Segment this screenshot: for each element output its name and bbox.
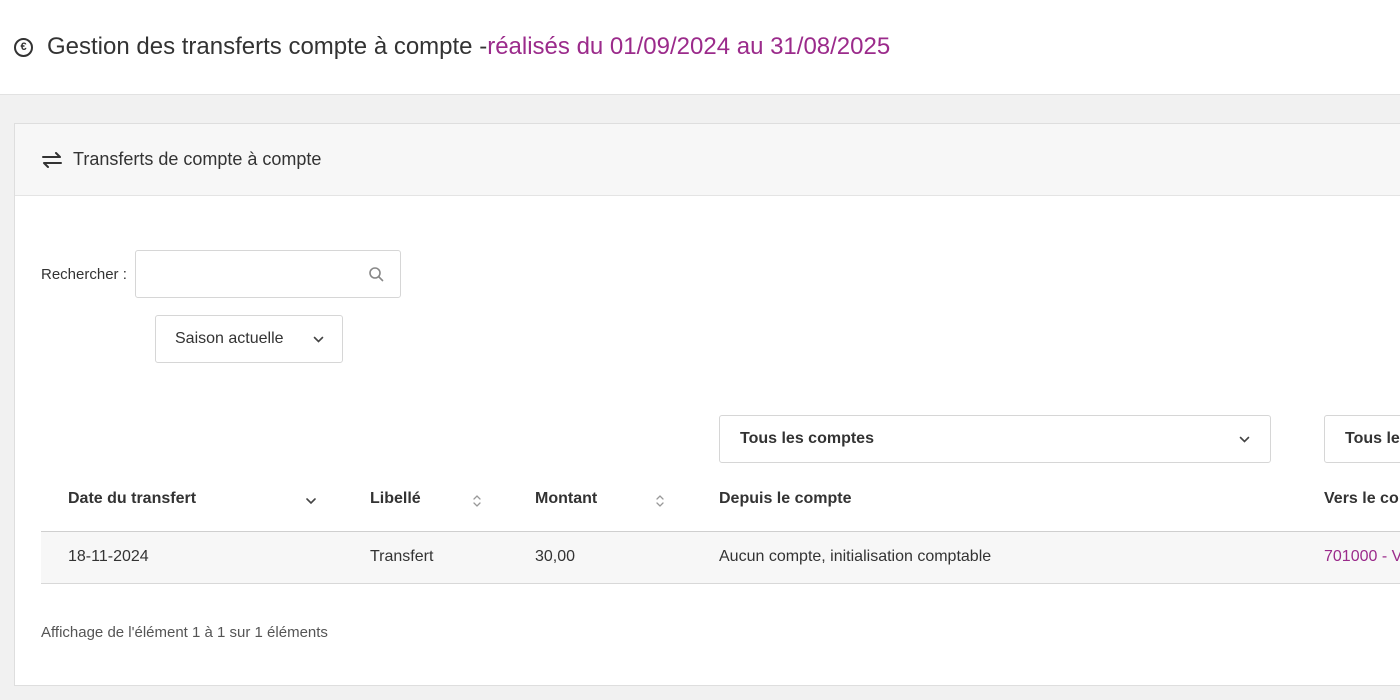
cell-date: 18-11-2024 [68,548,149,565]
column-header-from-account[interactable]: Depuis le compte [719,490,851,508]
panel-header: Transferts de compte à compte [15,124,1400,196]
chevron-down-icon [313,336,324,343]
to-account-filter-value: Tous les [1345,430,1400,447]
search-row: Rechercher : [41,250,401,298]
search-label: Rechercher : [41,265,127,283]
from-account-filter[interactable]: Tous les comptes [719,415,1271,463]
sort-icon[interactable] [654,494,666,508]
to-account-filter[interactable]: Tous les [1324,415,1400,463]
cell-to-account-link[interactable]: 701000 - V [1324,548,1400,566]
euro-circle-icon: € [14,37,33,57]
chevron-down-icon [1239,436,1250,443]
table-row[interactable]: 18-11-2024 Transfert 30,00 Aucun compte,… [41,532,1400,584]
season-select[interactable]: Saison actuelle [155,315,343,363]
panel-title: Transferts de compte à compte [73,149,322,169]
column-header-to-account[interactable]: Vers le co [1324,490,1399,508]
page-header: € Gestion des transferts compte à compte… [0,0,1400,95]
season-select-value: Saison actuelle [175,330,284,347]
search-input[interactable] [135,251,356,297]
search-box[interactable] [134,250,401,298]
pagination-info: Affichage de l'élément 1 à 1 sur 1 éléme… [41,624,328,641]
page-title: Gestion des transferts compte à compte - [47,33,488,60]
cell-from-account: Aucun compte, initialisation comptable [719,548,992,565]
column-header-label[interactable]: Libellé [370,490,421,508]
swap-arrows-icon [42,151,62,168]
search-icon[interactable] [368,266,384,282]
column-header-amount[interactable]: Montant [535,490,597,508]
from-account-filter-value: Tous les comptes [740,430,874,447]
sort-desc-icon[interactable] [305,494,317,508]
sort-icon[interactable] [471,494,483,508]
column-header-date[interactable]: Date du transfert [68,490,196,508]
transfers-panel: Transferts de compte à compte Rechercher… [14,123,1400,686]
page-title-period: réalisés du 01/09/2024 au 31/08/2025 [487,33,891,60]
table-header: Date du transfert Libellé Montant Depuis… [41,472,1400,532]
cell-amount: 30,00 [535,548,576,565]
cell-label: Transfert [370,548,434,565]
